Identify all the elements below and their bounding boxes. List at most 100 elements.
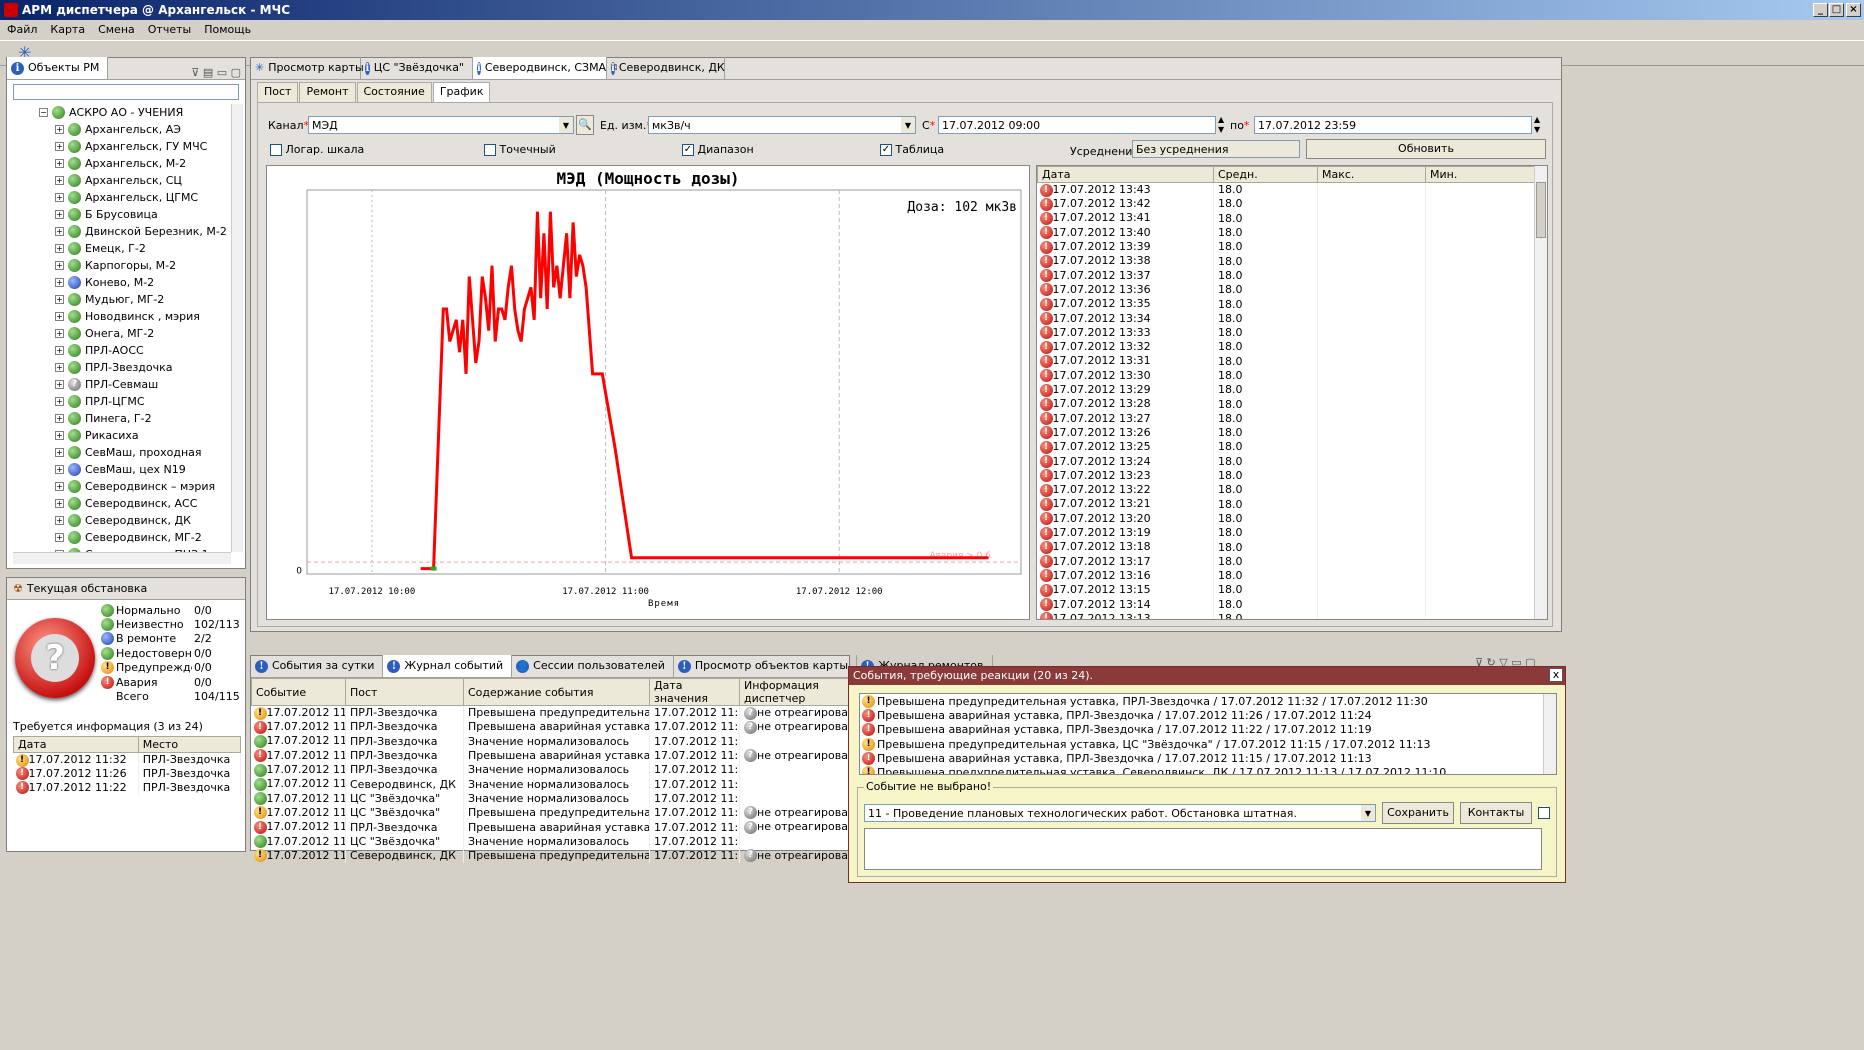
expand-icon[interactable]: + — [55, 448, 64, 457]
data-table-row[interactable]: ! 17.07.2012 13:13 18.0 — [1037, 611, 1536, 619]
event-row[interactable]: 17.07.2012 11:17ПРЛ-ЗвездочкаЗначение но… — [251, 762, 850, 777]
contacts-button[interactable]: Контакты — [1460, 802, 1532, 824]
sub-tab[interactable]: Пост — [257, 82, 299, 102]
expand-icon[interactable]: + — [55, 278, 64, 287]
point-checkbox[interactable]: Точечный — [484, 143, 556, 156]
popup-event-item[interactable]: ! Превышена предупредительная уставка, Се… — [860, 765, 1556, 774]
close-button[interactable]: × — [1846, 3, 1861, 17]
event-row[interactable]: !17.07.2012 11:15ЦС "Звёздочка"Превышена… — [251, 805, 850, 820]
tree-item[interactable]: + Конево, М-2 — [13, 274, 231, 291]
expand-icon[interactable]: + — [55, 533, 64, 542]
info-place-header[interactable]: Место — [137, 736, 242, 753]
tree-item[interactable]: + Пинега, Г-2 — [13, 410, 231, 427]
tree-item[interactable]: + ПРЛ-Звездочка — [13, 359, 231, 376]
expand-icon[interactable]: + — [55, 329, 64, 338]
tree-item[interactable]: + Емецк, Г-2 — [13, 240, 231, 257]
tree-item[interactable]: + Северодвинск, АСС — [13, 495, 231, 512]
event-row[interactable]: 17.07.2012 11:13ЦС "Звёздочка"Значение н… — [251, 834, 850, 849]
data-table-row[interactable]: ! 17.07.2012 13:19 18.0 — [1037, 525, 1536, 540]
popup-close-icon[interactable]: x — [1549, 668, 1563, 682]
log-scale-checkbox[interactable]: Логар. шкала — [270, 143, 364, 156]
event-row[interactable]: !17.07.2012 11:22ПРЛ-ЗвездочкаПревышена … — [251, 748, 850, 763]
sub-tab[interactable]: Состояние — [356, 82, 432, 102]
to-date-input[interactable]: 17.07.2012 23:59 — [1254, 116, 1532, 134]
tree-item[interactable]: + Архангельск, АЭ — [13, 121, 231, 138]
save-button[interactable]: Сохранить — [1382, 802, 1454, 824]
tree-item[interactable]: + ПРЛ-ЦГМС — [13, 393, 231, 410]
data-table-header[interactable]: Мин. — [1425, 166, 1536, 183]
from-date-input[interactable]: 17.07.2012 09:00 — [938, 116, 1216, 134]
popup-event-item[interactable]: ! Превышена предупредительная уставка, ПР… — [860, 694, 1556, 708]
tree-item[interactable]: + ПРЛ-АОСС — [13, 342, 231, 359]
expand-icon[interactable]: + — [55, 244, 64, 253]
popup-event-item[interactable]: ! Превышена аварийная уставка, ПРЛ-Звездо… — [860, 751, 1556, 765]
data-table-row[interactable]: ! 17.07.2012 13:34 18.0 — [1037, 311, 1536, 326]
tree-item[interactable]: + Архангельск, М-2 — [13, 155, 231, 172]
expand-icon[interactable]: + — [55, 261, 64, 270]
data-table-row[interactable]: ! 17.07.2012 13:38 18.0 — [1037, 253, 1536, 269]
event-row[interactable]: 17.07.2012 11:16ЦС "Звёздочка"Значение н… — [251, 791, 850, 806]
events-header[interactable]: Пост — [345, 678, 464, 706]
events-header[interactable]: Информация диспетчер — [739, 678, 850, 706]
objects-filter-input[interactable] — [13, 84, 239, 100]
event-row[interactable]: !17.07.2012 11:13Северодвинск, ДКПревыше… — [251, 848, 850, 863]
expand-icon[interactable]: + — [55, 125, 64, 134]
popup-event-item[interactable]: ! Превышена аварийная уставка, ПРЛ-Звездо… — [860, 708, 1556, 722]
menu-item[interactable]: Карта — [50, 23, 85, 36]
data-table-row[interactable]: ! 17.07.2012 13:26 18.0 — [1037, 425, 1536, 440]
bottom-tab[interactable]: ! Журнал событий — [383, 655, 513, 677]
unit-select[interactable]: мкЗв/ч ▼ — [648, 116, 916, 134]
filter-icon[interactable]: ⊽ ▤ ▭ ▢ — [191, 66, 241, 79]
data-table-row[interactable]: ! 17.07.2012 13:39 18.0 — [1037, 239, 1536, 254]
data-table-row[interactable]: ! 17.07.2012 13:27 18.0 — [1037, 411, 1536, 426]
data-table-row[interactable]: ! 17.07.2012 13:31 18.0 — [1037, 354, 1536, 369]
reason-select[interactable]: 11 - Проведение плановых технологических… — [864, 804, 1376, 822]
expand-icon[interactable]: + — [55, 431, 64, 440]
expand-icon[interactable]: + — [55, 159, 64, 168]
data-table-row[interactable]: ! 17.07.2012 13:41 18.0 — [1037, 211, 1536, 226]
data-table-row[interactable]: ! 17.07.2012 13:15 18.0 — [1037, 582, 1536, 598]
editor-tab[interactable]: i ЦС "Звёздочка" — [361, 57, 473, 79]
expand-icon[interactable]: + — [55, 414, 64, 423]
maximize-button[interactable]: □ — [1829, 3, 1844, 17]
popup-event-item[interactable]: ! Превышена предупредительная уставка, ЦС… — [860, 737, 1556, 751]
data-table-row[interactable]: ! 17.07.2012 13:16 18.0 — [1037, 568, 1536, 583]
info-row[interactable]: ! 17.07.2012 11:26 ПРЛ-Звездочка — [13, 766, 242, 781]
events-header[interactable]: Содержание события — [463, 678, 650, 706]
data-table-row[interactable]: ! 17.07.2012 13:28 18.0 — [1037, 396, 1536, 412]
expand-icon[interactable]: + — [55, 397, 64, 406]
table-checkbox[interactable]: ✓ Таблица — [880, 143, 944, 156]
info-row[interactable]: ! 17.07.2012 11:32 ПРЛ-Звездочка — [13, 752, 242, 767]
range-checkbox[interactable]: ✓ Диапазон — [682, 143, 754, 156]
from-spinner-icon[interactable]: ▲ ▼ — [1218, 115, 1224, 135]
tree-item[interactable]: + Б Брусовица — [13, 206, 231, 223]
events-header[interactable]: Событие — [251, 678, 346, 706]
tree-hscrollbar[interactable] — [13, 552, 231, 564]
tree-item[interactable]: + Рикасиха — [13, 427, 231, 444]
menu-item[interactable]: Смена — [98, 23, 135, 36]
scroll-thumb[interactable] — [1536, 182, 1546, 238]
channel-select[interactable]: МЭД ▼ — [308, 116, 574, 134]
tree-item[interactable]: + Двинской Березник, М-2 — [13, 223, 231, 240]
expand-icon[interactable]: + — [55, 193, 64, 202]
editor-tab[interactable]: i Северодвинск, ДК — [607, 57, 725, 79]
tree-item[interactable]: + Архангельск, ЦГМС — [13, 189, 231, 206]
data-table-row[interactable]: ! 17.07.2012 13:17 18.0 — [1037, 554, 1536, 569]
tree-item[interactable]: +? ПРЛ-Севмаш — [13, 376, 231, 393]
data-table-row[interactable]: ! 17.07.2012 13:36 18.0 — [1037, 282, 1536, 297]
expand-icon[interactable]: + — [55, 363, 64, 372]
bottom-tab[interactable]: ! Просмотр объектов карты — [674, 655, 858, 677]
expand-icon[interactable]: + — [55, 346, 64, 355]
data-table-row[interactable]: ! 17.07.2012 13:24 18.0 — [1037, 454, 1536, 469]
data-table-row[interactable]: ! 17.07.2012 13:18 18.0 — [1037, 539, 1536, 555]
refresh-button[interactable]: Обновить — [1306, 139, 1546, 159]
data-table-row[interactable]: ! 17.07.2012 13:14 18.0 — [1037, 597, 1536, 612]
expand-icon[interactable]: + — [55, 312, 64, 321]
tree-item[interactable]: + СевМаш, проходная — [13, 444, 231, 461]
minimize-button[interactable]: _ — [1813, 3, 1828, 17]
expand-icon[interactable]: + — [55, 380, 64, 389]
event-row[interactable]: !17.07.2012 11:26ПРЛ-ЗвездочкаПревышена … — [251, 719, 850, 735]
data-table-row[interactable]: ! 17.07.2012 13:35 18.0 — [1037, 296, 1536, 312]
data-table-header[interactable]: Дата — [1037, 166, 1214, 183]
expand-icon[interactable]: + — [55, 465, 64, 474]
